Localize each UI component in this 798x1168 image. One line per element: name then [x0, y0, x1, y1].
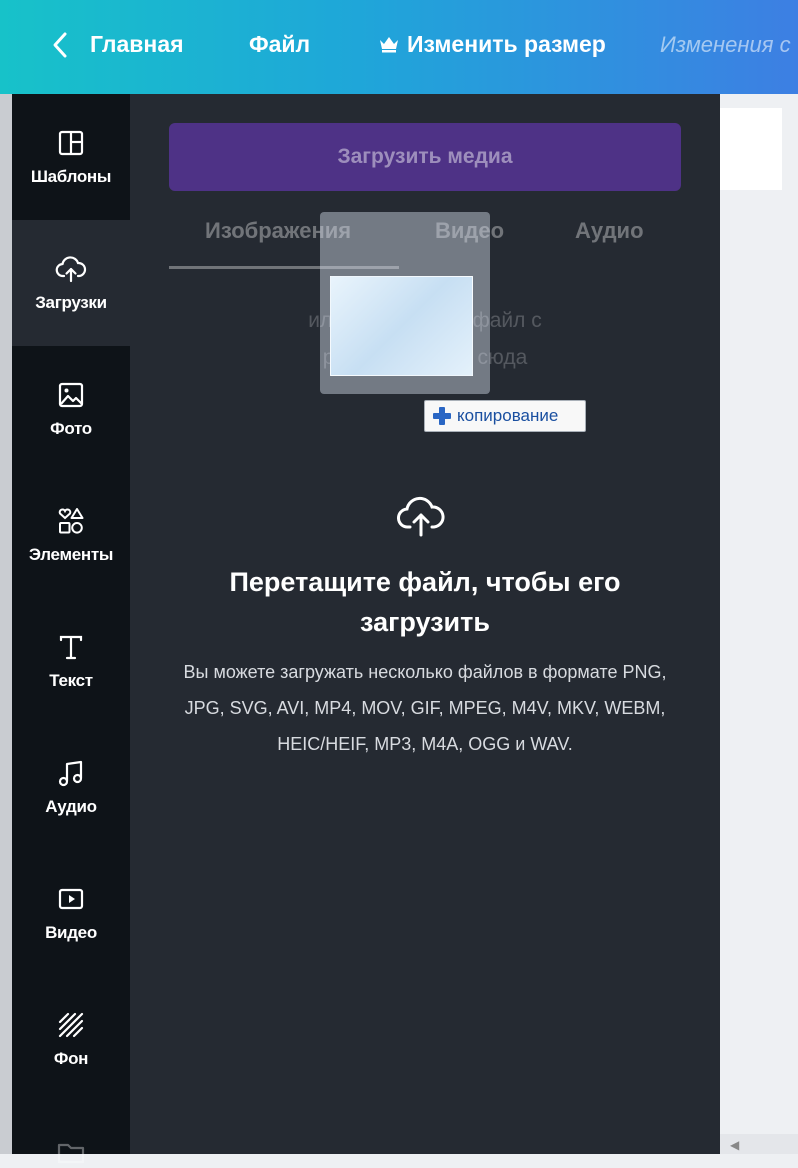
photo-icon: [55, 379, 87, 411]
design-page[interactable]: [720, 108, 782, 190]
horizontal-scrollbar[interactable]: ◀: [720, 1134, 798, 1154]
sidebar-item-label: Аудио: [45, 797, 97, 816]
sidebar-item-elements[interactable]: Элементы: [12, 472, 130, 598]
sidebar-item-label: Фото: [50, 419, 92, 438]
sidebar-item-label: Текст: [49, 671, 93, 690]
dragged-image-thumbnail: [330, 276, 473, 376]
sidebar-item-folders[interactable]: [12, 1102, 130, 1164]
drop-title-line: Перетащите файл, чтобы его: [229, 567, 621, 597]
elements-icon: [55, 505, 87, 537]
text-icon: [55, 631, 87, 663]
sidebar-item-label: Видео: [45, 923, 97, 942]
folder-icon: [55, 1136, 87, 1168]
save-status: Изменения с: [660, 32, 791, 57]
sidebar-item-templates[interactable]: Шаблоны: [12, 94, 130, 220]
sidebar-item-text[interactable]: Текст: [12, 598, 130, 724]
sidebar-item-video[interactable]: Видео: [12, 850, 130, 976]
upload-cloud-icon: [55, 253, 87, 285]
upload-media-button[interactable]: Загрузить медиа: [169, 123, 681, 191]
upload-cloud-icon: [397, 496, 445, 537]
plus-icon: [433, 407, 451, 425]
file-menu[interactable]: Файл: [249, 31, 310, 58]
design-canvas-area[interactable]: [720, 94, 798, 1154]
sidebar-item-label: Элементы: [28, 545, 114, 564]
sidebar-item-label: Загрузки: [35, 293, 107, 312]
uploads-panel: Загрузить медиа Изображения Видео Аудио …: [130, 94, 720, 1154]
templates-icon: [55, 127, 87, 159]
sidebar-item-label: Фон: [53, 1049, 89, 1068]
sidebar-item-audio[interactable]: Аудио: [12, 724, 130, 850]
formats-line: Вы можете загружать несколько файлов в ф…: [183, 662, 667, 682]
audio-icon: [55, 757, 87, 789]
sidebar-item-photos[interactable]: Фото: [12, 346, 130, 472]
window-edge: [0, 94, 12, 1154]
video-icon: [55, 883, 87, 915]
formats-line: JPG, SVG, AVI, MP4, MOV, GIF, MPEG, M4V,…: [184, 698, 666, 718]
crown-icon: [380, 37, 398, 53]
formats-line: HEIC/HEIF, MP3, M4A, OGG и WAV.: [277, 734, 573, 754]
sidebar-item-label: Шаблоны: [30, 167, 112, 186]
supported-formats-text: Вы можете загружать несколько файлов в ф…: [144, 654, 706, 762]
drop-title: Перетащите файл, чтобы его загрузить: [169, 562, 681, 642]
drop-title-line: загрузить: [360, 607, 490, 637]
drag-copy-tooltip: копирование: [424, 400, 586, 432]
back-chevron-icon[interactable]: [46, 28, 74, 62]
scroll-left-icon[interactable]: ◀: [730, 1138, 739, 1152]
sidebar-item-background[interactable]: Фон: [12, 976, 130, 1102]
home-link[interactable]: Главная: [90, 31, 184, 58]
top-bar: Главная Файл Изменить размер Изменения с: [0, 0, 798, 94]
resize-button[interactable]: Изменить размер: [407, 31, 606, 58]
sidebar-item-uploads[interactable]: Загрузки: [12, 220, 130, 346]
sidebar-nav: Шаблоны Загрузки Фото Элементы Текст Ауд…: [12, 94, 130, 1164]
tab-audio[interactable]: Аудио: [575, 218, 644, 244]
drag-copy-label: копирование: [457, 406, 559, 425]
background-icon: [55, 1009, 87, 1041]
